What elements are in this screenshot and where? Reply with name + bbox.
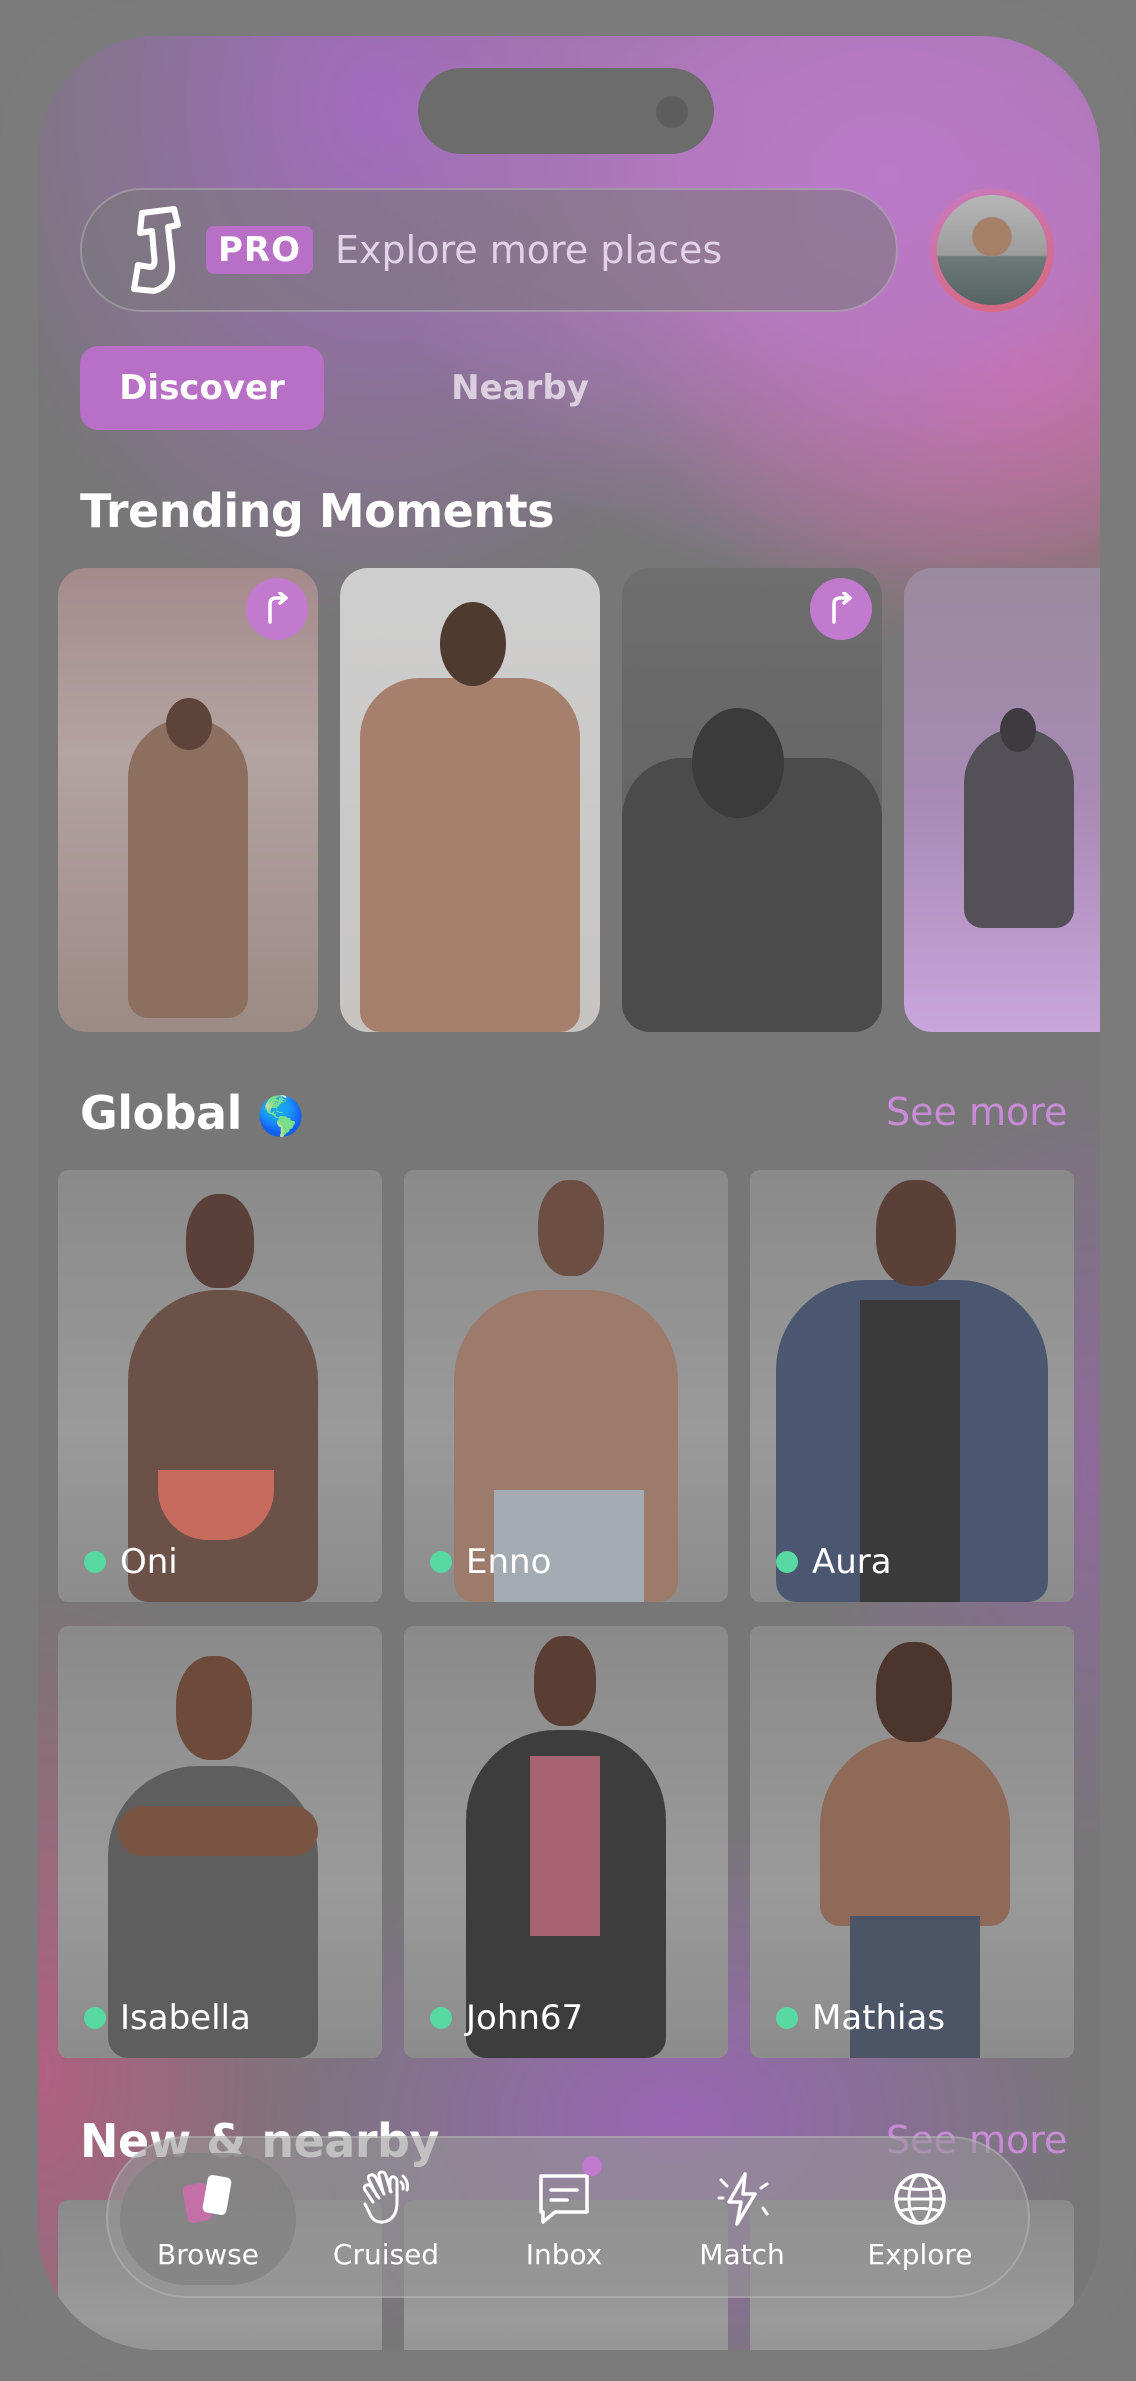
app-logo-icon [131,206,181,294]
phone-frame: PRO Explore more places Discover Nearby … [0,0,1136,2381]
dynamic-island [418,68,714,154]
profile-card[interactable]: Aura [750,1170,1074,1602]
profile-name: Mathias [812,1998,946,2038]
search-bar[interactable]: PRO Explore more places [80,188,898,312]
browse-cards-icon [182,2174,232,2223]
nav-match[interactable]: Match [654,2138,830,2300]
repost-icon[interactable] [246,578,308,640]
global-title: Global 🌎 [80,1086,305,1140]
globe-emoji-icon: 🌎 [257,1094,305,1138]
waving-hand-icon [362,2170,409,2224]
trending-moments-title: Trending Moments [80,484,554,538]
message-icon [539,2173,589,2224]
repost-icon[interactable] [810,578,872,640]
profile-name: Aura [812,1542,892,1582]
nav-inbox[interactable]: Inbox [476,2138,652,2300]
profile-name: Isabella [120,1998,251,2038]
moment-card[interactable] [58,568,318,1032]
profile-card[interactable]: John67 [404,1626,728,2058]
nav-cruised[interactable]: Cruised [298,2138,474,2300]
tab-discover[interactable]: Discover [80,346,324,430]
globe-icon [894,2172,946,2225]
moment-card[interactable] [622,568,882,1032]
profile-name: Oni [120,1542,178,1582]
nav-browse[interactable]: Browse [120,2153,296,2285]
profile-card[interactable]: Oni [58,1170,382,1602]
profile-card[interactable]: Isabella [58,1626,382,2058]
profile-name: John67 [466,1998,584,2038]
bottom-nav: Browse Cruised Inbox Match Explore [106,2136,1030,2298]
pro-badge[interactable]: PRO [206,226,314,274]
search-placeholder[interactable]: Explore more places [335,228,722,272]
online-indicator [776,2007,798,2029]
profile-card[interactable]: Enno [404,1170,728,1602]
avatar [937,195,1047,305]
app-screen: PRO Explore more places Discover Nearby … [38,36,1100,2350]
profile-name: Enno [466,1542,552,1582]
online-indicator [84,2007,106,2029]
lightning-icon [717,2171,769,2226]
online-indicator [84,1551,106,1573]
global-see-more-link[interactable]: See more [886,1090,1067,1134]
online-indicator [776,1551,798,1573]
profile-card[interactable]: Mathias [750,1626,1074,2058]
nav-explore[interactable]: Explore [832,2138,1008,2300]
online-indicator [430,1551,452,1573]
moment-card[interactable] [904,568,1100,1032]
unread-badge [582,2156,602,2176]
tab-nearby[interactable]: Nearby [410,346,630,430]
online-indicator [430,2007,452,2029]
profile-avatar-button[interactable] [930,188,1054,312]
moment-card[interactable] [340,568,600,1032]
